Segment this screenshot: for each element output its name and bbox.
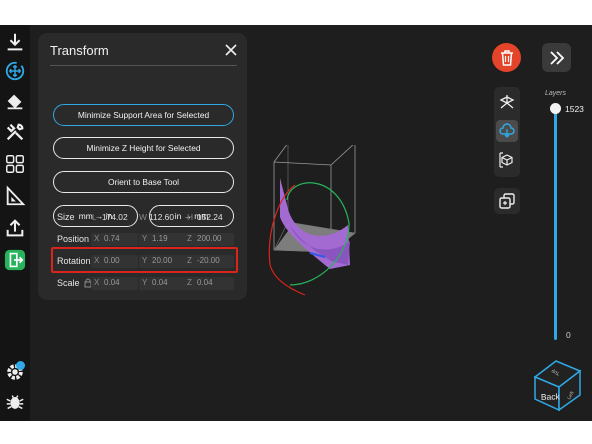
left-toolbar xyxy=(0,25,30,421)
layer-slider-track[interactable] xyxy=(554,110,557,340)
view-cube-back: Back xyxy=(541,391,561,402)
size-z-value: 152.24 xyxy=(197,212,223,222)
position-x-field[interactable]: X 0.74 xyxy=(91,233,138,246)
duplicate-button[interactable] xyxy=(494,188,520,214)
close-icon[interactable] xyxy=(223,42,239,58)
bug-icon[interactable] xyxy=(2,389,28,415)
upload-icon[interactable] xyxy=(2,215,28,241)
double-chevron-icon xyxy=(549,50,564,65)
cloud-view-button[interactable] xyxy=(496,120,518,142)
size-row: Size L 174.02 W 112.60 H 152.24 xyxy=(57,212,223,222)
notification-badge xyxy=(16,361,25,370)
paint-bucket-icon[interactable] xyxy=(2,88,28,114)
trash-icon xyxy=(500,49,513,66)
app-window: Transform Minimize Support Area for Sele… xyxy=(0,25,592,421)
position-y-field[interactable]: Y 1.19 xyxy=(139,233,186,246)
scale-y-field[interactable]: Y 0.04 xyxy=(139,277,186,290)
layer-max-value: 1523 xyxy=(565,104,584,114)
cube-view-button[interactable] xyxy=(496,149,518,171)
cube-view-icon xyxy=(499,152,513,168)
download-icon[interactable] xyxy=(2,29,28,55)
position-label: Position xyxy=(57,234,90,244)
scale-z-field[interactable]: Z 0.04 xyxy=(184,277,234,290)
position-z-field[interactable]: Z 200.00 xyxy=(184,233,234,246)
tools-icon[interactable] xyxy=(2,119,28,145)
divider xyxy=(50,65,237,66)
cloud-view-icon xyxy=(499,123,515,138)
size-y-value: 112.60 xyxy=(149,212,174,222)
layers-label: Layers xyxy=(545,90,567,97)
size-x-value: 174.02 xyxy=(102,212,128,222)
grid-icon[interactable] xyxy=(2,151,28,177)
axes-view-icon xyxy=(499,95,515,109)
ruler-icon[interactable] xyxy=(2,183,28,209)
size-label: Size xyxy=(57,212,75,222)
rotation-highlight xyxy=(51,247,238,273)
layer-min-value: 0 xyxy=(566,330,571,340)
minimize-support-button[interactable]: Minimize Support Area for Selected xyxy=(53,104,234,126)
expand-button[interactable] xyxy=(542,43,571,72)
orient-base-button[interactable]: Orient to Base Tool xyxy=(53,171,234,193)
move-icon[interactable] xyxy=(2,58,28,84)
view-mode-group xyxy=(494,87,520,177)
scale-label: Scale xyxy=(57,278,80,288)
scale-x-field[interactable]: X 0.04 xyxy=(91,277,138,290)
delete-button[interactable] xyxy=(492,43,521,72)
view-cube[interactable]: Back Top Left xyxy=(530,355,586,411)
panel-title: Transform xyxy=(50,43,109,58)
exit-icon[interactable] xyxy=(2,247,28,273)
position-row: Position X 0.74 Y 1.19 Z 200.00 xyxy=(38,230,247,248)
scale-row: Scale X 0.04 Y 0.04 Z 0.04 xyxy=(38,274,247,292)
axes-view-button[interactable] xyxy=(496,91,518,113)
duplicate-icon xyxy=(499,193,515,209)
layer-slider-thumb[interactable] xyxy=(550,103,561,114)
minimize-z-button[interactable]: Minimize Z Height for Selected xyxy=(53,137,234,159)
viewport-model[interactable] xyxy=(230,145,390,305)
